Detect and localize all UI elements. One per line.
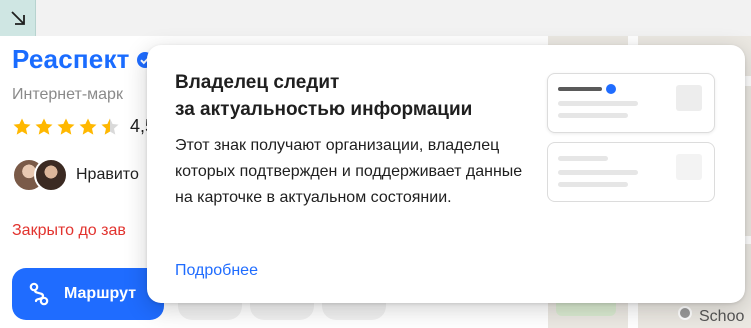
org-category: Интернет-марк	[12, 86, 123, 103]
star-icon	[13, 118, 31, 135]
map-pin-icon[interactable]	[678, 306, 692, 320]
likes-row[interactable]: Нравито	[12, 158, 139, 192]
star-half-icon	[101, 118, 119, 135]
verified-owner-popover: Владелец следит за актуальностью информа…	[147, 45, 745, 303]
preview-line	[558, 170, 638, 175]
likes-text: Нравито	[76, 166, 139, 183]
popover-body: Этот знак получают организации, владелец…	[175, 137, 523, 206]
rating-row[interactable]: 4,5	[12, 116, 155, 137]
rating-stars	[12, 117, 120, 137]
route-button-label: Маршрут	[64, 285, 137, 302]
more-info-link[interactable]: Подробнее	[175, 262, 258, 280]
preview-thumbnail	[676, 154, 702, 180]
preview-title-line	[558, 87, 602, 91]
preview-line	[558, 182, 628, 187]
preview-line	[558, 101, 638, 106]
popover-title: Владелец следит за актуальностью информа…	[175, 72, 473, 120]
arrow-down-right-icon	[10, 11, 25, 25]
preview-line	[558, 113, 628, 118]
top-strip	[0, 0, 751, 36]
map-label-school: Schoo	[699, 308, 745, 325]
avatar-group	[12, 158, 68, 192]
preview-line	[558, 156, 608, 161]
preview-thumbnail	[676, 85, 702, 111]
card-preview-illustration	[547, 73, 715, 133]
star-icon	[35, 118, 53, 135]
org-title-row: Реаспект	[12, 44, 154, 75]
working-hours-status[interactable]: Закрыто до зав	[12, 222, 126, 240]
card-preview-illustration	[547, 142, 715, 202]
avatar	[34, 158, 68, 192]
org-title[interactable]: Реаспект	[12, 44, 130, 75]
collapse-button[interactable]	[0, 0, 36, 36]
verified-badge-icon	[606, 84, 616, 94]
star-icon	[57, 118, 75, 135]
route-icon	[29, 282, 49, 306]
route-button[interactable]: Маршрут	[12, 268, 164, 320]
star-icon	[79, 118, 97, 135]
